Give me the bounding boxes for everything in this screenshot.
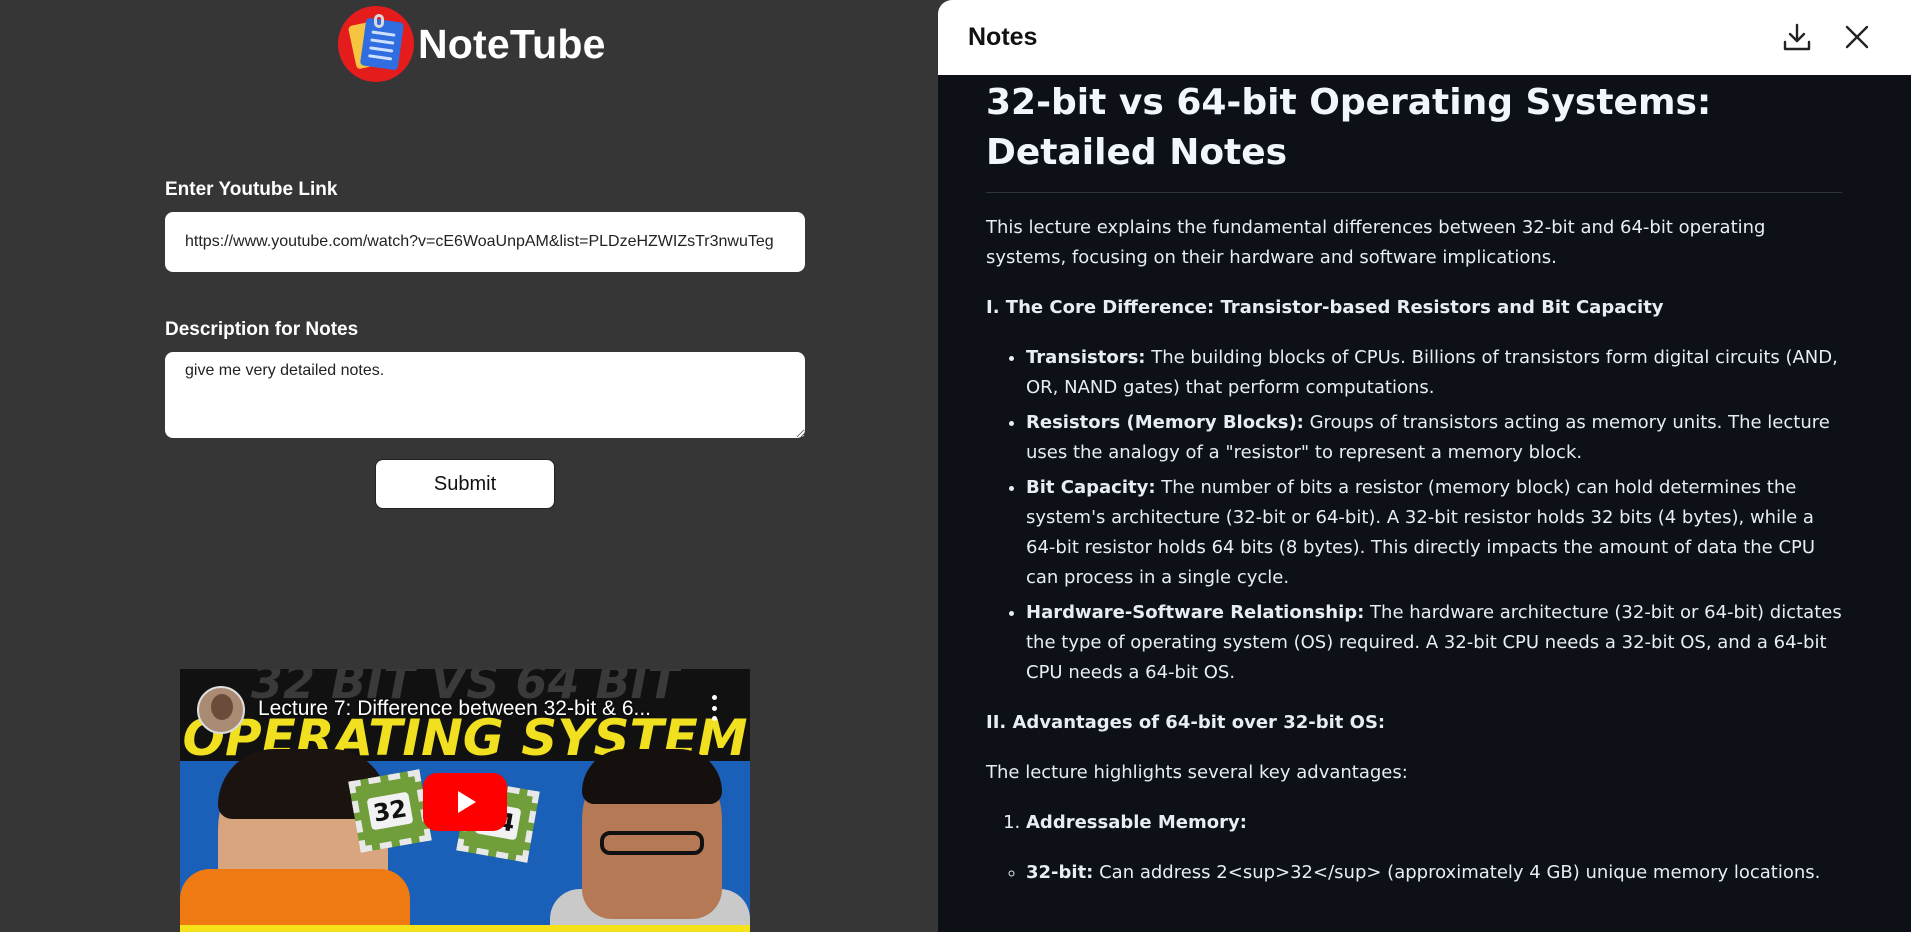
thumbnail-person-right bbox=[582, 749, 722, 919]
list-item: Resistors (Memory Blocks): Groups of tra… bbox=[1026, 408, 1842, 468]
channel-avatar[interactable] bbox=[197, 686, 245, 734]
submit-button[interactable]: Submit bbox=[375, 459, 555, 509]
main-pane: NoteTube Enter Youtube Link Description … bbox=[0, 0, 938, 932]
youtube-link-input[interactable] bbox=[165, 212, 805, 272]
sub-list-item: 32-bit: Can address 2<sup>32</sup> (appr… bbox=[1026, 858, 1842, 888]
list-item-term: Transistors: bbox=[1026, 347, 1146, 368]
description-textarea[interactable]: give me very detailed notes. bbox=[165, 352, 805, 438]
play-button-icon[interactable] bbox=[423, 773, 507, 831]
description-label: Description for Notes bbox=[165, 319, 359, 340]
notetube-logo-icon bbox=[338, 6, 414, 82]
list-item-term: Bit Capacity: bbox=[1026, 477, 1156, 498]
sub-list-item-text: Can address 2<sup>32</sup> (approximatel… bbox=[1093, 862, 1821, 883]
download-icon bbox=[1783, 23, 1811, 51]
app-name: NoteTube bbox=[418, 20, 606, 67]
youtube-video-embed[interactable]: 32 BIT VS 64 BIT OPERATING SYSTEM 32 64 … bbox=[180, 669, 750, 932]
notes-heading: 32-bit vs 64-bit Operating Systems: Deta… bbox=[986, 78, 1842, 193]
close-button[interactable] bbox=[1838, 18, 1876, 56]
section-2-intro: The lecture highlights several key advan… bbox=[986, 762, 1408, 783]
sub-list-item-term: 32-bit: bbox=[1026, 862, 1094, 883]
numbered-item: Addressable Memory: bbox=[1026, 808, 1842, 838]
section-2-numbered-list: Addressable Memory: bbox=[986, 808, 1842, 838]
section-2-sub-list: 32-bit: Can address 2<sup>32</sup> (appr… bbox=[986, 858, 1842, 888]
brand: NoteTube bbox=[338, 6, 606, 82]
notes-panel-title: Notes bbox=[968, 23, 1038, 51]
section-1-title: I. The Core Difference: Transistor-based… bbox=[986, 297, 1664, 318]
download-button[interactable] bbox=[1778, 18, 1816, 56]
youtube-link-label: Enter Youtube Link bbox=[165, 179, 338, 200]
chip-32-icon: 32 bbox=[348, 769, 432, 853]
section-2-title: II. Advantages of 64-bit over 32-bit OS: bbox=[986, 712, 1386, 733]
chip-32-label: 32 bbox=[366, 791, 414, 831]
numbered-item-term: Addressable Memory: bbox=[1026, 812, 1247, 833]
thumbnail-hoodie bbox=[180, 869, 410, 932]
list-item: Bit Capacity: The number of bits a resis… bbox=[1026, 473, 1842, 593]
more-options-icon[interactable] bbox=[704, 691, 724, 725]
list-item-text: The building blocks of CPUs. Billions of… bbox=[1026, 347, 1838, 398]
close-icon bbox=[1845, 25, 1869, 49]
thumbnail-yellow-strip bbox=[180, 925, 750, 932]
list-item-term: Resistors (Memory Blocks): bbox=[1026, 412, 1304, 433]
notes-panel-header: Notes bbox=[938, 0, 1911, 75]
section-1-list: Transistors: The building blocks of CPUs… bbox=[986, 343, 1842, 688]
notes-panel: Notes 32-bit vs 64-bit Operating Systems… bbox=[938, 0, 1911, 932]
list-item: Hardware-Software Relationship: The hard… bbox=[1026, 598, 1842, 688]
list-item-term: Hardware-Software Relationship: bbox=[1026, 602, 1365, 623]
video-title[interactable]: Lecture 7: Difference between 32-bit & 6… bbox=[258, 697, 651, 721]
list-item: Transistors: The building blocks of CPUs… bbox=[1026, 343, 1842, 403]
notes-intro: This lecture explains the fundamental di… bbox=[986, 217, 1766, 268]
notes-content: 32-bit vs 64-bit Operating Systems: Deta… bbox=[986, 75, 1842, 888]
